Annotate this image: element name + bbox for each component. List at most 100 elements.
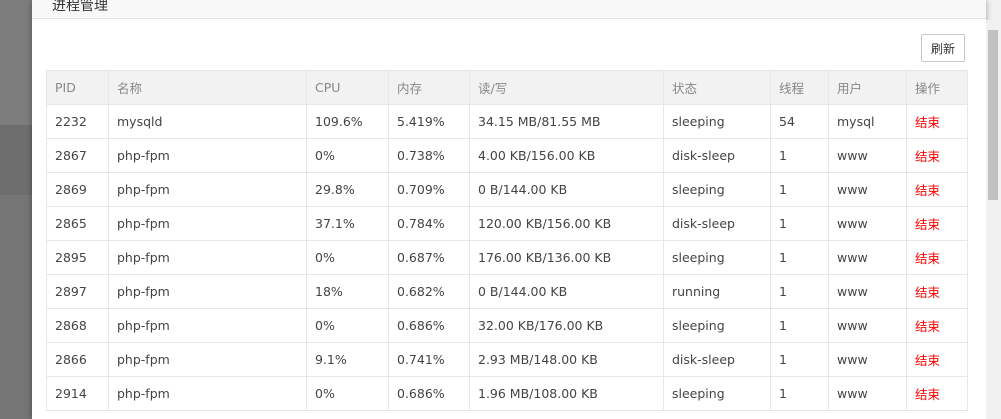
table-header-row: PID 名称 CPU 内存 读/写 状态 线程 用户 操作 (46, 70, 968, 105)
cell-cpu: 29.8% (306, 172, 389, 207)
cell-memory: 0.738% (388, 138, 470, 173)
backdrop-panel (0, 125, 32, 195)
column-header-memory[interactable]: 内存 (388, 70, 470, 105)
cell-user: www (828, 342, 907, 377)
cell-user: www (828, 376, 907, 411)
cell-threads: 1 (770, 376, 829, 411)
cell-name: php-fpm (108, 240, 307, 275)
cell-user: www (828, 240, 907, 275)
kill-process-link[interactable]: 结束 (906, 342, 968, 377)
cell-memory: 5.419% (388, 104, 470, 139)
cell-memory: 0.687% (388, 240, 470, 275)
cell-name: php-fpm (108, 172, 307, 207)
cell-state: sleeping (663, 308, 771, 343)
column-header-pid[interactable]: PID (46, 70, 109, 105)
kill-process-link[interactable]: 结束 (906, 308, 968, 343)
column-header-action: 操作 (906, 70, 968, 105)
table-row: 2866 php-fpm 9.1% 0.741% 2.93 MB/148.00 KB di… (46, 342, 968, 377)
cell-pid: 2866 (46, 342, 109, 377)
kill-process-link[interactable]: 结束 (906, 376, 968, 411)
scrollbar-thumb[interactable] (988, 30, 998, 200)
cell-pid: 2867 (46, 138, 109, 173)
cell-cpu: 37.1% (306, 206, 389, 241)
column-header-state[interactable]: 状态 (663, 70, 771, 105)
cell-pid: 2895 (46, 240, 109, 275)
cell-memory: 0.686% (388, 376, 470, 411)
cell-threads: 1 (770, 172, 829, 207)
cell-pid: 2897 (46, 274, 109, 309)
cell-name: php-fpm (108, 138, 307, 173)
cell-user: www (828, 138, 907, 173)
cell-name: php-fpm (108, 308, 307, 343)
dialog-title: 进程管理 (52, 0, 108, 14)
column-header-io[interactable]: 读/写 (469, 70, 664, 105)
cell-io: 34.15 MB/81.55 MB (469, 104, 664, 139)
kill-process-link[interactable]: 结束 (906, 138, 968, 173)
cell-threads: 1 (770, 308, 829, 343)
cell-threads: 1 (770, 342, 829, 377)
column-header-user[interactable]: 用户 (828, 70, 907, 105)
cell-io: 4.00 KB/156.00 KB (469, 138, 664, 173)
process-manager-dialog: 进程管理 刷新 PID 名称 CPU 内存 读/写 状态 线程 用户 操作 22… (32, 0, 986, 419)
cell-cpu: 0% (306, 308, 389, 343)
cell-state: disk-sleep (663, 206, 771, 241)
cell-threads: 1 (770, 274, 829, 309)
column-header-name[interactable]: 名称 (108, 70, 307, 105)
dialog-header: 进程管理 (32, 0, 986, 19)
kill-process-link[interactable]: 结束 (906, 206, 968, 241)
table-row: 2895 php-fpm 0% 0.687% 176.00 KB/136.00 KB sl… (46, 240, 968, 275)
table-row: 2897 php-fpm 18% 0.682% 0 B/144.00 KB running… (46, 274, 968, 309)
cell-cpu: 0% (306, 138, 389, 173)
cell-cpu: 109.6% (306, 104, 389, 139)
cell-name: mysqld (108, 104, 307, 139)
kill-process-link[interactable]: 结束 (906, 240, 968, 275)
cell-cpu: 0% (306, 240, 389, 275)
cell-memory: 0.709% (388, 172, 470, 207)
cell-user: www (828, 308, 907, 343)
table-row: 2914 php-fpm 0% 0.686% 1.96 MB/108.00 KB slee… (46, 376, 968, 411)
table-row: 2869 php-fpm 29.8% 0.709% 0 B/144.00 KB sleep… (46, 172, 968, 207)
kill-process-link[interactable]: 结束 (906, 104, 968, 139)
cell-state: running (663, 274, 771, 309)
cell-io: 0 B/144.00 KB (469, 274, 664, 309)
cell-io: 2.93 MB/148.00 KB (469, 342, 664, 377)
cell-pid: 2232 (46, 104, 109, 139)
cell-io: 120.00 KB/156.00 KB (469, 206, 664, 241)
column-header-threads[interactable]: 线程 (770, 70, 829, 105)
cell-state: sleeping (663, 376, 771, 411)
cell-io: 176.00 KB/136.00 KB (469, 240, 664, 275)
refresh-button[interactable]: 刷新 (921, 34, 965, 62)
cell-user: www (828, 172, 907, 207)
cell-name: php-fpm (108, 206, 307, 241)
cell-memory: 0.741% (388, 342, 470, 377)
cell-threads: 1 (770, 138, 829, 173)
backdrop-panel-lower (0, 195, 32, 419)
table-row: 2867 php-fpm 0% 0.738% 4.00 KB/156.00 KB disk… (46, 138, 968, 173)
cell-memory: 0.784% (388, 206, 470, 241)
cell-io: 32.00 KB/176.00 KB (469, 308, 664, 343)
cell-pid: 2869 (46, 172, 109, 207)
cell-memory: 0.686% (388, 308, 470, 343)
cell-io: 0 B/144.00 KB (469, 172, 664, 207)
cell-cpu: 9.1% (306, 342, 389, 377)
process-table-wrapper: PID 名称 CPU 内存 读/写 状态 线程 用户 操作 2232 mysqld… (46, 70, 968, 411)
cell-pid: 2865 (46, 206, 109, 241)
table-row: 2865 php-fpm 37.1% 0.784% 120.00 KB/156.00 K… (46, 206, 968, 241)
column-header-cpu[interactable]: CPU (306, 70, 389, 105)
cell-threads: 1 (770, 206, 829, 241)
table-row: 2868 php-fpm 0% 0.686% 32.00 KB/176.00 KB sle… (46, 308, 968, 343)
cell-pid: 2914 (46, 376, 109, 411)
process-rows: 2232 mysqld 109.6% 5.419% 34.15 MB/81.55 MB s… (46, 104, 968, 411)
cell-state: sleeping (663, 240, 771, 275)
kill-process-link[interactable]: 结束 (906, 274, 968, 309)
cell-cpu: 18% (306, 274, 389, 309)
cell-pid: 2868 (46, 308, 109, 343)
cell-user: www (828, 274, 907, 309)
cell-name: php-fpm (108, 342, 307, 377)
cell-threads: 1 (770, 240, 829, 275)
cell-user: mysql (828, 104, 907, 139)
cell-user: www (828, 206, 907, 241)
kill-process-link[interactable]: 结束 (906, 172, 968, 207)
cell-name: php-fpm (108, 376, 307, 411)
cell-cpu: 0% (306, 376, 389, 411)
